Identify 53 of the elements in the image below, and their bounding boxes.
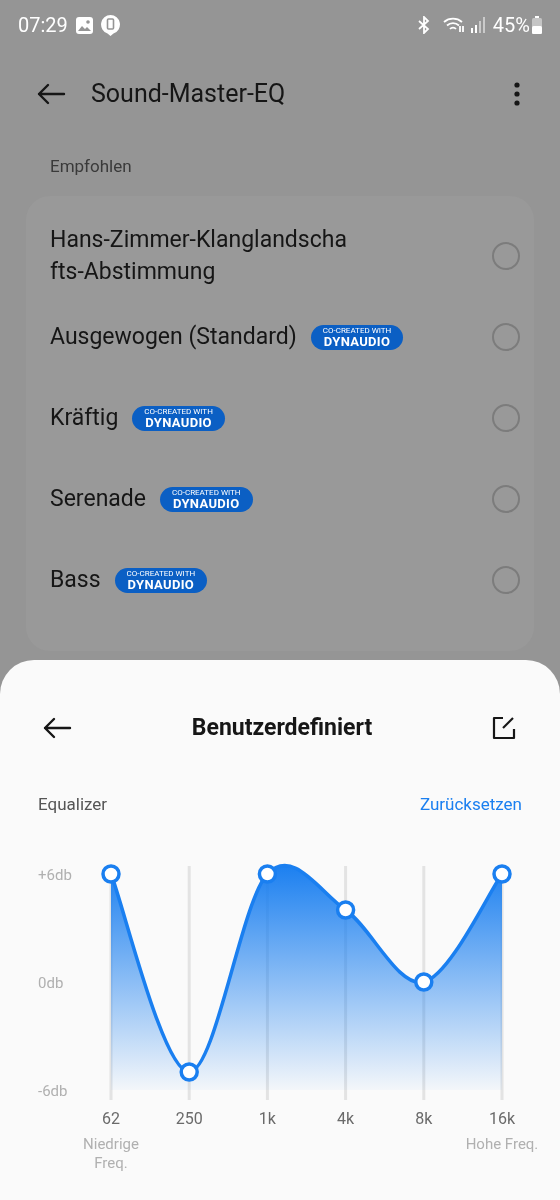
bluetooth-icon <box>416 16 431 34</box>
clock: 07:29 <box>18 12 68 39</box>
y-axis-label: -6db <box>38 1081 68 1100</box>
preset-name: Bass <box>50 565 101 595</box>
radio-button[interactable] <box>492 404 520 432</box>
x-axis-label: 1k <box>258 1108 276 1128</box>
x-axis-label: 8k <box>415 1108 433 1128</box>
preset-name: Kräftig <box>50 403 119 433</box>
x-axis-label: 250 <box>175 1108 203 1128</box>
radio-button[interactable] <box>492 323 520 351</box>
reset-link[interactable]: Zurücksetzen <box>419 792 522 818</box>
section-heading: Empfohlen <box>49 155 133 178</box>
radio-button[interactable] <box>492 566 520 594</box>
y-axis-label: +6db <box>38 865 72 884</box>
brand-badge: CO-CREATED WITH DYNAUDIO <box>310 324 404 350</box>
sheet-title: Benutzerdefiniert <box>190 712 374 743</box>
radio-button[interactable] <box>492 242 520 270</box>
battery-percentage: 45% <box>492 12 530 39</box>
preset-item[interactable]: Serenade CO-CREATED WITH DYNAUDIO <box>26 458 534 540</box>
battery-icon <box>532 16 542 34</box>
more-options-icon[interactable] <box>514 82 520 106</box>
back-icon[interactable] <box>42 717 72 739</box>
screen-title: Sound-Master-EQ <box>91 78 287 111</box>
y-axis-label: 0db <box>38 973 64 992</box>
edit-icon[interactable] <box>492 716 516 740</box>
preset-item[interactable]: Ausgewogen (Standard) CO-CREATED WITH DYNAUDIO <box>26 296 534 378</box>
band-handle[interactable] <box>335 899 356 920</box>
band-handle[interactable] <box>257 863 278 884</box>
brand-badge: CO-CREATED WITH DYNAUDIO <box>114 567 208 593</box>
x-axis-label: 62 <box>102 1108 120 1128</box>
radio-button[interactable] <box>492 485 520 513</box>
signal-icon <box>470 17 485 33</box>
preset-item[interactable]: Kräftig CO-CREATED WITH DYNAUDIO <box>26 377 534 459</box>
low-frequency-label: Niedrige Freq. <box>83 1134 139 1172</box>
preset-name: Serenade <box>50 484 146 514</box>
image-icon <box>75 16 93 34</box>
equalizer-label: Equalizer <box>38 793 108 816</box>
phone-notification-icon <box>100 14 120 36</box>
x-axis-label: 16k <box>488 1108 516 1128</box>
band-handle[interactable] <box>492 863 512 884</box>
wifi-icon <box>442 17 465 33</box>
high-frequency-label: Hohe Freq. <box>465 1134 539 1153</box>
band-handle[interactable] <box>101 863 121 884</box>
x-axis-label: 4k <box>337 1108 355 1128</box>
preset-name: Ausgewogen (Standard) <box>50 322 297 352</box>
preset-item[interactable]: Bass CO-CREATED WITH DYNAUDIO <box>26 539 534 621</box>
band-handle[interactable] <box>179 1061 199 1082</box>
preset-item[interactable]: Hans-Zimmer-Klanglandschafts-Abstimmung <box>26 215 534 297</box>
preset-name: Hans-Zimmer-Klanglandschafts-Abstimmung <box>50 225 348 287</box>
brand-badge: CO-CREATED WITH DYNAUDIO <box>132 405 225 431</box>
band-handle[interactable] <box>414 971 434 992</box>
back-icon[interactable] <box>36 83 66 105</box>
brand-badge: CO-CREATED WITH DYNAUDIO <box>160 486 253 512</box>
